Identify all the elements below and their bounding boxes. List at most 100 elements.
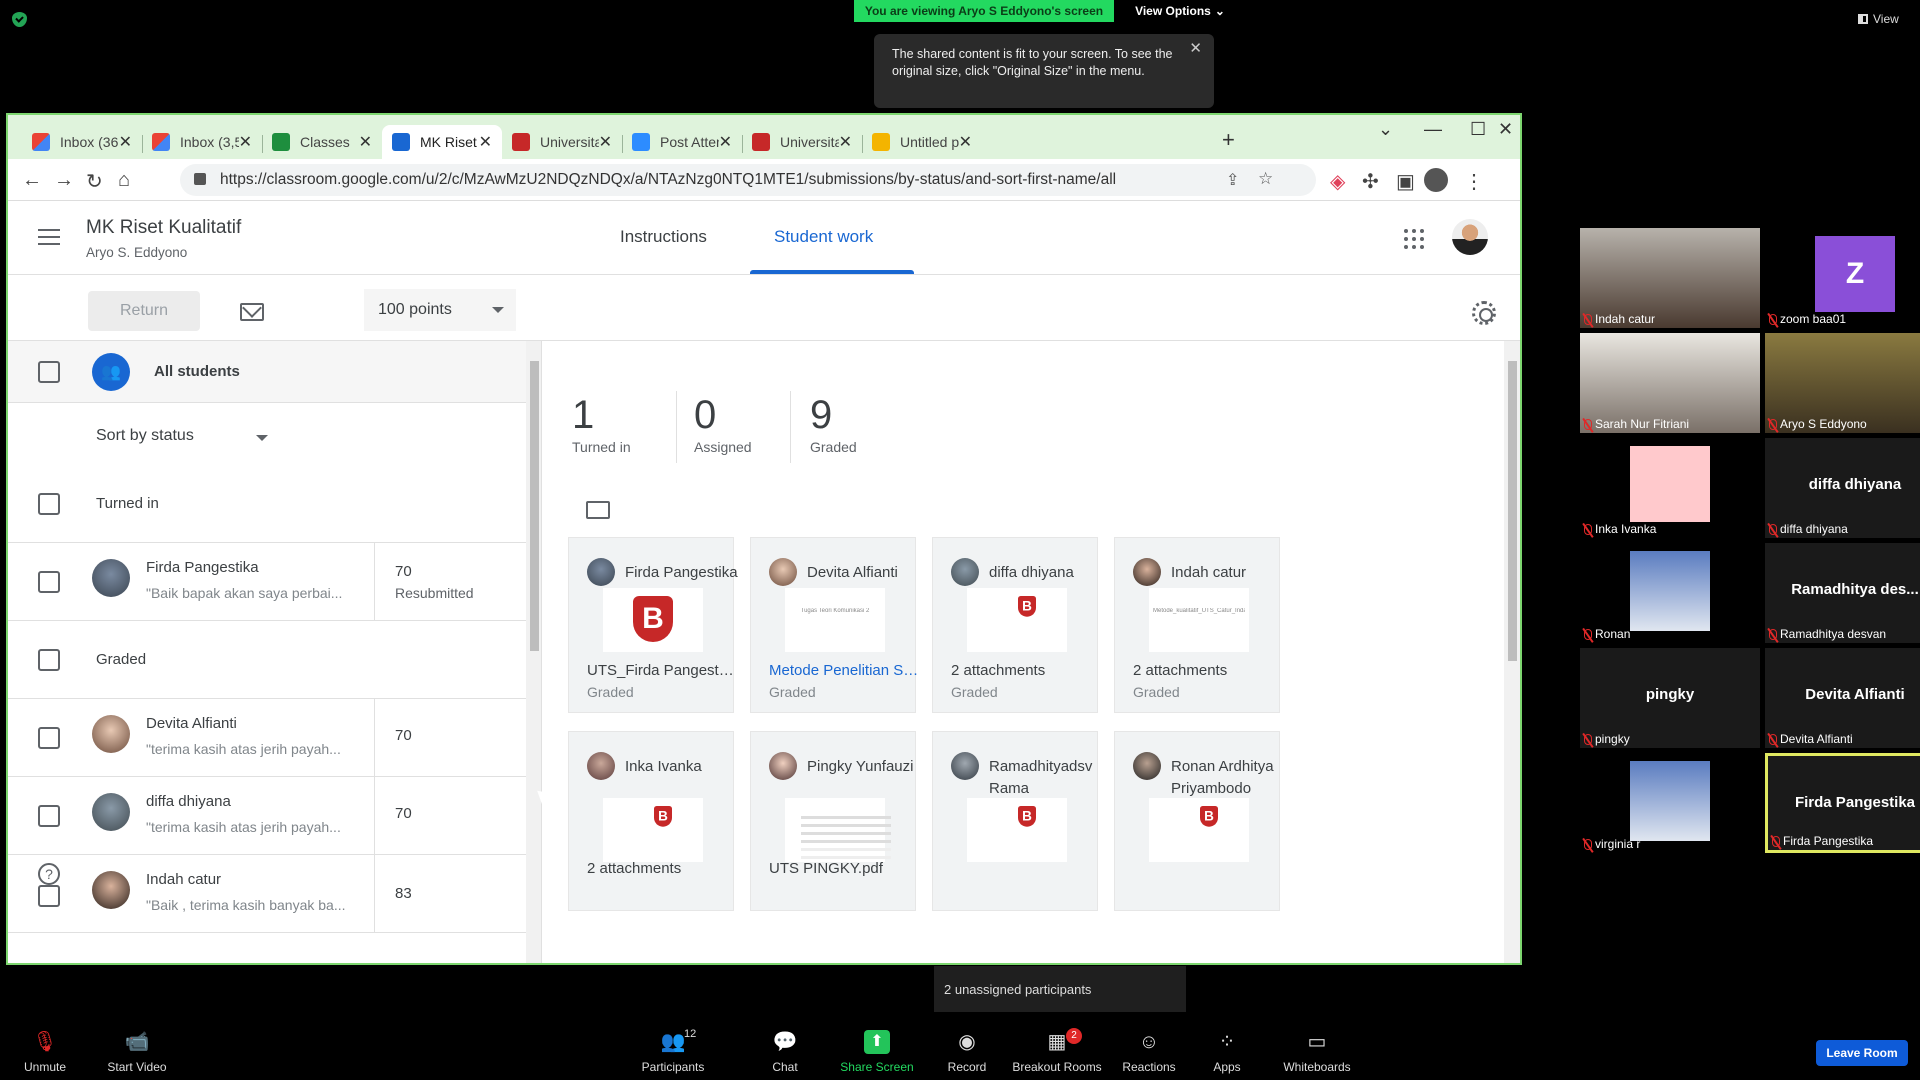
settings-gear-icon[interactable] <box>1472 301 1496 325</box>
tab-close-icon[interactable]: ✕ <box>359 132 372 152</box>
participant-tile[interactable]: Ronan <box>1580 543 1760 643</box>
tab-close-icon[interactable]: ✕ <box>959 132 972 152</box>
attachment-name[interactable]: 2 attachments <box>1133 662 1283 679</box>
tab-close-icon[interactable]: ✕ <box>839 132 852 152</box>
toolbar-button[interactable]: 📹 Start Video <box>92 1030 182 1074</box>
attachment-thumbnail[interactable]: Metode_kualitatif_UTS_Catur_Indah_NST_12… <box>1149 588 1249 652</box>
browser-tab[interactable]: Untitled pr ✕ <box>862 125 982 159</box>
list-scrollbar[interactable] <box>526 341 541 963</box>
extensions-icon[interactable]: ✣ <box>1362 169 1379 194</box>
browser-tab[interactable]: Classes ✕ <box>262 125 382 159</box>
scrollbar-thumb[interactable] <box>1508 361 1517 661</box>
scrollbar-thumb[interactable] <box>530 361 539 651</box>
grade-cell[interactable]: 70 Resubmitted <box>374 543 474 620</box>
grade-cell[interactable]: 83 <box>374 855 412 932</box>
attachment-thumbnail[interactable] <box>1149 798 1249 862</box>
participant-tile[interactable]: Inka Ivanka <box>1580 438 1760 538</box>
attachment-name[interactable]: 2 attachments <box>587 860 737 877</box>
student-checkbox[interactable] <box>38 885 60 907</box>
reload-icon[interactable]: ↻ <box>86 169 103 194</box>
student-checkbox[interactable] <box>38 805 60 827</box>
minimize-icon[interactable]: — <box>1424 119 1442 140</box>
participant-tile[interactable]: Firda Pangestika Firda Pangestika <box>1765 753 1920 853</box>
student-row[interactable]: Firda Pangestika "Baik bapak akan saya p… <box>8 543 534 621</box>
submission-card[interactable]: Ronan Ardhitya Priyambodo <box>1114 731 1280 911</box>
share-icon[interactable]: ⇪ <box>1226 170 1239 190</box>
attachment-thumbnail[interactable] <box>967 798 1067 862</box>
tab-close-icon[interactable]: ✕ <box>599 132 612 152</box>
back-icon[interactable]: ← <box>22 169 42 192</box>
view-button[interactable]: View <box>1858 8 1914 30</box>
browser-tab[interactable]: Inbox (366)✕ <box>22 125 142 159</box>
student-row[interactable]: Devita Alfianti "terima kasih atas jerih… <box>8 699 534 777</box>
toolbar-button[interactable]: ▭ Whiteboards <box>1272 1030 1362 1074</box>
submissions-scrollbar[interactable] <box>1504 341 1520 963</box>
attachment-thumbnail[interactable]: Tugas Teori Komunikasi 2 <box>785 588 885 652</box>
browser-tab[interactable]: Post Attend✕ <box>622 125 742 159</box>
toolbar-button[interactable]: 💬 Chat <box>740 1030 830 1074</box>
browser-tab[interactable]: Inbox (3,59✕ <box>142 125 262 159</box>
help-icon[interactable]: ? <box>38 863 60 885</box>
participant-tile[interactable]: diffa dhiyana diffa dhiyana <box>1765 438 1920 538</box>
toolbar-button[interactable]: 🎙 Unmute <box>0 1030 90 1074</box>
forward-icon[interactable]: → <box>54 169 74 192</box>
student-checkbox[interactable] <box>38 727 60 749</box>
participant-tile[interactable]: Zzoom baa01 <box>1765 228 1920 328</box>
submission-card[interactable]: Ramadhityadsv Rama <box>932 731 1098 911</box>
tab-close-icon[interactable]: ✕ <box>719 132 732 152</box>
attachment-name[interactable]: 2 attachments <box>951 662 1101 679</box>
tab-close-icon[interactable]: ✕ <box>239 132 252 152</box>
profile-icon[interactable] <box>1424 168 1448 192</box>
account-avatar[interactable] <box>1452 219 1488 255</box>
view-options-button[interactable]: View Options ⌄ <box>1120 0 1240 22</box>
browser-tab[interactable]: Universitas✕ <box>742 125 862 159</box>
class-title[interactable]: MK Riset Kualitatif <box>86 217 241 239</box>
participant-tile[interactable]: Sarah Nur Fitriani <box>1580 333 1760 433</box>
tab-instructions[interactable]: Instructions <box>620 227 707 247</box>
attachment-thumbnail[interactable] <box>967 588 1067 652</box>
url-bar[interactable]: https://classroom.google.com/u/2/c/MzAwM… <box>180 164 1316 196</box>
participant-tile[interactable]: Indah catur <box>1580 228 1760 328</box>
return-button[interactable]: Return <box>88 291 200 331</box>
side-panel-icon[interactable]: ▣ <box>1396 169 1415 194</box>
submission-card[interactable]: Firda Pangestika UTS_Firda Pangestika... G… <box>568 537 738 713</box>
submission-card[interactable]: Devita Alfianti Tugas Teori Komunikasi 2 M… <box>750 537 919 713</box>
attachment-name[interactable]: UTS_Firda Pangestika... <box>587 662 737 679</box>
participant-tile[interactable]: pingky pingky <box>1580 648 1760 748</box>
browser-tab[interactable]: MK Riset K✕ <box>382 125 502 159</box>
maximize-icon[interactable]: ☐ <box>1470 119 1486 140</box>
security-shield-icon[interactable] <box>12 12 27 27</box>
lock-icon[interactable] <box>194 173 206 185</box>
submission-card[interactable]: Indah catur Metode_kualitatif_UTS_Catur_I… <box>1114 537 1280 713</box>
submission-card[interactable]: Pingky Yunfauzi UTS PINGKY.pdf <box>750 731 916 911</box>
toolbar-button[interactable]: ▦ 2 Breakout Rooms <box>1012 1028 1102 1074</box>
close-window-icon[interactable]: ✕ <box>1498 119 1513 140</box>
tab-student-work[interactable]: Student work <box>774 227 873 247</box>
leave-room-button[interactable]: Leave Room <box>1816 1040 1908 1066</box>
grade-cell[interactable]: 70 <box>374 777 412 854</box>
student-row[interactable]: diffa dhiyana "terima kasih atas jerih p… <box>8 777 534 855</box>
email-icon[interactable] <box>240 303 264 321</box>
attachment-name[interactable]: UTS PINGKY.pdf <box>769 860 919 877</box>
toolbar-button[interactable]: ⁘ Apps <box>1182 1030 1272 1074</box>
student-row[interactable]: ? Indah catur "Baik , terima kasih banya… <box>8 855 534 933</box>
drive-folder-icon[interactable] <box>586 501 610 519</box>
submission-card[interactable]: diffa dhiyana 2 attachments Graded <box>932 537 1098 713</box>
home-icon[interactable]: ⌂ <box>118 169 130 192</box>
grade-cell[interactable]: 70 <box>374 699 412 776</box>
points-dropdown[interactable]: 100 points <box>364 289 516 331</box>
google-apps-icon[interactable] <box>1404 229 1424 249</box>
participant-tile[interactable]: Aryo S Eddyono <box>1765 333 1920 433</box>
tab-search-icon[interactable]: ⌄ <box>1378 119 1393 140</box>
more-menu-icon[interactable]: ⋮ <box>1464 169 1484 194</box>
participant-tile[interactable]: virginia r <box>1580 753 1760 853</box>
section-checkbox[interactable] <box>38 649 60 671</box>
new-tab-icon[interactable]: + <box>1222 127 1235 153</box>
toolbar-button[interactable]: ⬆ Share Screen <box>832 1030 922 1074</box>
participant-tile[interactable]: Ramadhitya des... Ramadhitya desvan <box>1765 543 1920 643</box>
close-icon[interactable]: ✕ <box>1189 40 1202 57</box>
participant-tile[interactable]: Devita Alfianti Devita Alfianti <box>1765 648 1920 748</box>
attachment-thumbnail[interactable] <box>603 798 703 862</box>
pocket-icon[interactable]: ◈ <box>1330 169 1345 194</box>
attachment-thumbnail[interactable] <box>603 588 703 652</box>
